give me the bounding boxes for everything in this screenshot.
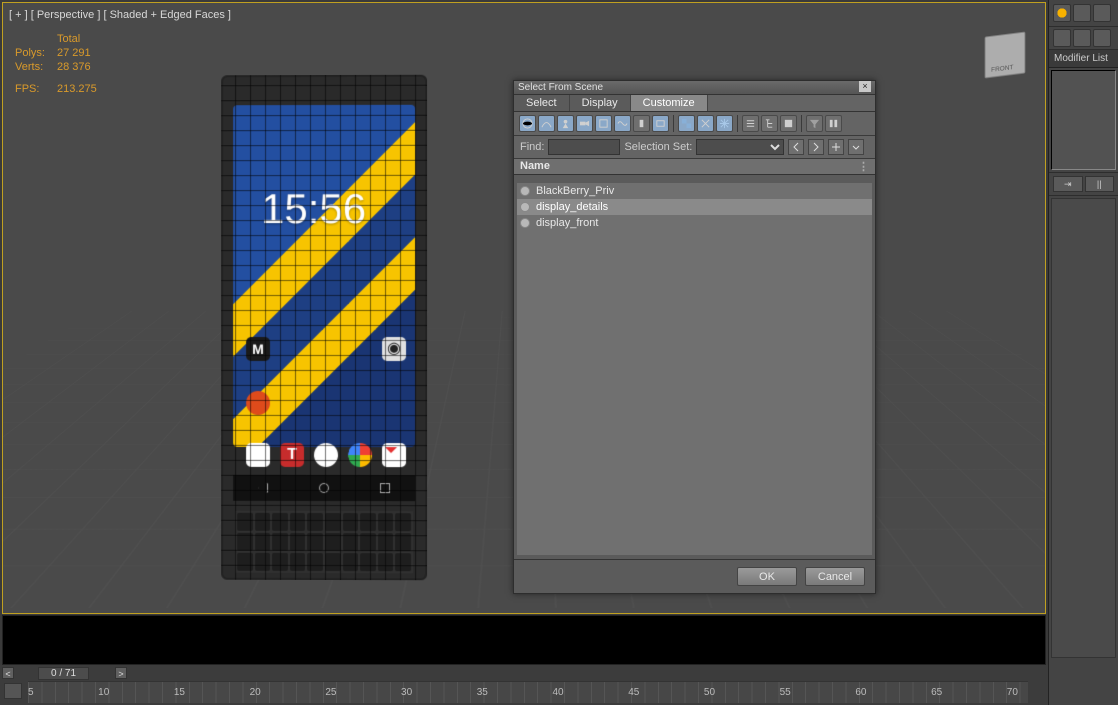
stack-controls: ⇥ ||	[1049, 172, 1118, 196]
time-slider-ticks: 51015 202530 354045 505560 6570	[28, 687, 1028, 698]
filter-container-icon[interactable]	[652, 115, 669, 132]
filter-frozen-icon[interactable]	[716, 115, 733, 132]
view-flat-icon[interactable]	[780, 115, 797, 132]
phone-app-row-2	[241, 391, 411, 415]
app-m-icon: M	[246, 337, 270, 361]
dialog-tabs: Select Display Customize	[514, 95, 875, 112]
filter-light-icon[interactable]	[557, 115, 574, 132]
frame-counter[interactable]: 0 / 71	[38, 667, 89, 680]
filter-shape-icon[interactable]	[538, 115, 555, 132]
app-t-icon: T	[280, 443, 304, 467]
viewport-label[interactable]: [ + ] [ Perspective ] [ Shaded + Edged F…	[9, 9, 231, 21]
phone-dock-row: T	[241, 443, 411, 467]
object-list[interactable]: BlackBerry_Priv display_details display_…	[517, 183, 872, 555]
dialog-footer: OK Cancel	[514, 559, 875, 593]
find-label: Find:	[520, 141, 544, 153]
viewcube[interactable]	[985, 32, 1026, 79]
nav-recent-icon	[380, 483, 390, 493]
list-item[interactable]: display_front	[517, 215, 872, 231]
column-resize-icon[interactable]: ⋮	[858, 160, 869, 173]
tab-display[interactable]: Display	[570, 95, 631, 111]
geometry-icon	[520, 218, 530, 228]
selection-set-label: Selection Set:	[624, 141, 692, 153]
app-gmail-icon	[382, 443, 406, 467]
curve-editor-icon[interactable]	[4, 683, 22, 699]
find-input[interactable]	[548, 139, 620, 155]
list-item[interactable]: display_details	[517, 199, 872, 215]
command-panel-tabs	[1049, 0, 1118, 27]
command-panel-subtabs	[1049, 27, 1118, 50]
app-hub-icon	[246, 443, 270, 467]
app-camera-icon: ◉	[382, 337, 406, 361]
scroll-right-button[interactable]: >	[115, 667, 127, 679]
geometry-icon	[520, 202, 530, 212]
phone-keyboard	[235, 511, 413, 573]
pin-stack-button[interactable]: ⇥	[1053, 176, 1083, 192]
subtab-2-icon[interactable]	[1073, 29, 1091, 47]
selset-add-icon[interactable]	[828, 139, 844, 155]
view-tree-icon[interactable]	[761, 115, 778, 132]
close-icon[interactable]: ×	[859, 81, 871, 92]
selset-menu-icon[interactable]	[848, 139, 864, 155]
view-list-icon[interactable]	[742, 115, 759, 132]
hierarchy-tab-icon[interactable]	[1093, 4, 1111, 22]
modifier-list-label[interactable]: Modifier List	[1049, 50, 1118, 68]
filter-helper-icon[interactable]	[595, 115, 612, 132]
time-slider: < 0 / 71 > 51015 202530 354045 505560 65…	[0, 665, 1049, 705]
select-from-scene-dialog: Select From Scene × Select Display Custo…	[513, 80, 876, 594]
dialog-title: Select From Scene	[518, 81, 603, 94]
tab-select[interactable]: Select	[514, 95, 570, 111]
phone-app-row-1: M ◉	[241, 337, 411, 361]
column-name: Name	[520, 160, 550, 173]
selection-set-dropdown[interactable]	[696, 139, 784, 155]
list-item[interactable]: BlackBerry_Priv	[517, 183, 872, 199]
scene-stats: .Total Polys:27 291 Verts:28 376 FPS:213…	[15, 33, 97, 97]
app-chrome-icon	[348, 443, 372, 467]
ok-button[interactable]: OK	[737, 567, 797, 586]
subtab-1-icon[interactable]	[1053, 29, 1071, 47]
app-drawer-icon	[314, 443, 338, 467]
dialog-titlebar[interactable]: Select From Scene ×	[514, 81, 875, 95]
filter-geometry-icon[interactable]	[519, 115, 536, 132]
columns-icon[interactable]	[825, 115, 842, 132]
filter-xref-icon[interactable]	[697, 115, 714, 132]
selset-next-icon[interactable]	[808, 139, 824, 155]
create-tab-icon[interactable]	[1053, 4, 1071, 22]
app-podcast-icon	[246, 391, 270, 415]
nav-back-icon	[258, 483, 268, 493]
modifier-stack[interactable]	[1051, 70, 1116, 170]
parameters-rollout[interactable]	[1051, 198, 1116, 658]
selset-prev-icon[interactable]	[788, 139, 804, 155]
perspective-viewport[interactable]: [ + ] [ Perspective ] [ Shaded + Edged F…	[2, 2, 1046, 614]
command-panel: Modifier List ⇥ ||	[1048, 0, 1118, 705]
phone-model[interactable]: 15:56 M ◉ T	[221, 75, 427, 581]
phone-clock: 15:56	[261, 185, 366, 233]
list-header[interactable]: Name ⋮	[514, 159, 875, 175]
geometry-icon	[520, 186, 530, 196]
dialog-find-row: Find: Selection Set:	[514, 136, 875, 159]
filter-camera-icon[interactable]	[576, 115, 593, 132]
tab-customize[interactable]: Customize	[631, 95, 708, 111]
cancel-button[interactable]: Cancel	[805, 567, 865, 586]
list-item-label: display_front	[536, 217, 598, 229]
dialog-filter-toolbar	[514, 112, 875, 136]
list-item-label: display_details	[536, 201, 608, 213]
filter-bone-icon[interactable]	[633, 115, 650, 132]
list-item-label: BlackBerry_Priv	[536, 185, 614, 197]
phone-navbar	[233, 475, 415, 501]
nav-home-icon	[319, 483, 329, 493]
filter-group-icon[interactable]	[678, 115, 695, 132]
filter-spacewarp-icon[interactable]	[614, 115, 631, 132]
configure-sets-button[interactable]: ||	[1085, 176, 1115, 192]
trackbar-background	[2, 615, 1046, 665]
subtab-3-icon[interactable]	[1093, 29, 1111, 47]
filter-funnel-icon[interactable]	[806, 115, 823, 132]
modify-tab-icon[interactable]	[1073, 4, 1091, 22]
scroll-left-button[interactable]: <	[2, 667, 14, 679]
